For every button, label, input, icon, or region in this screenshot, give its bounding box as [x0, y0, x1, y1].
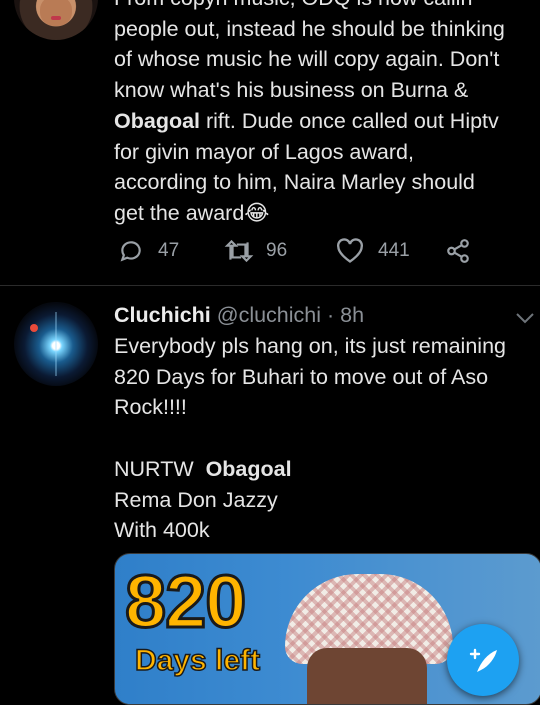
countdown-caption: Days left [134, 643, 261, 678]
tweet-actions: 47 96 441 [114, 238, 494, 272]
avatar[interactable] [14, 0, 98, 40]
text-line: Everybody pls hang on, its just remainin… [114, 334, 506, 358]
retweet-button[interactable]: 96 [224, 238, 287, 264]
avatar[interactable] [14, 302, 98, 386]
text-line: people out, instead he should be thinkin… [114, 16, 505, 41]
face-graphic [307, 648, 427, 704]
countdown-number: 820 [123, 560, 247, 643]
tweet-text: From copyri music, ODQ is now callin peo… [114, 0, 534, 229]
share-button[interactable] [444, 238, 472, 264]
text-line: Obagoal rift. Dude once called out Hiptv [114, 108, 499, 133]
tweet-header: Cluchichi @cluchichi · 8h [114, 300, 364, 330]
chevron-down-icon[interactable] [515, 312, 535, 324]
text-line: NURTW Obagoal [114, 456, 292, 481]
reply-button[interactable]: 47 [118, 238, 179, 264]
compose-button[interactable] [447, 624, 519, 696]
mention-obagoal[interactable]: Obagoal [206, 457, 292, 481]
reply-icon [120, 241, 141, 262]
timestamp[interactable]: 8h [340, 303, 364, 327]
separator: · [327, 303, 335, 327]
mention-obagoal[interactable]: Obagoal [114, 109, 200, 133]
like-icon [337, 238, 363, 263]
like-count: 441 [378, 240, 410, 261]
text-line: With 400k [114, 518, 210, 543]
tweet-text: Everybody pls hang on, its just remainin… [114, 331, 534, 546]
text-line: get the award😂 [114, 200, 270, 225]
text-line: From copyri music, ODQ is now callin [114, 0, 534, 14]
text-line: according to him, Naira Marley should [114, 170, 475, 195]
handle[interactable]: @cluchichi [217, 303, 321, 327]
like-button[interactable]: 441 [336, 238, 410, 264]
retweet-icon [224, 239, 254, 263]
reply-count: 47 [158, 240, 180, 261]
text-line: 820 Days for Buhari to move out of Aso [114, 364, 489, 389]
retweet-count: 96 [266, 240, 288, 261]
compose-icon [469, 648, 497, 672]
text-line: Rema Don Jazzy [114, 487, 278, 512]
share-icon [447, 239, 469, 263]
display-name[interactable]: Cluchichi [114, 303, 211, 327]
tweet-divider [0, 285, 540, 286]
text-line: for givin mayor of Lagos award, [114, 139, 414, 164]
text-line: of whose music he will copy again. Don't [114, 47, 500, 72]
text-line: know what's his business on Burna & [114, 78, 469, 103]
text-line: Rock!!!! [114, 395, 187, 420]
